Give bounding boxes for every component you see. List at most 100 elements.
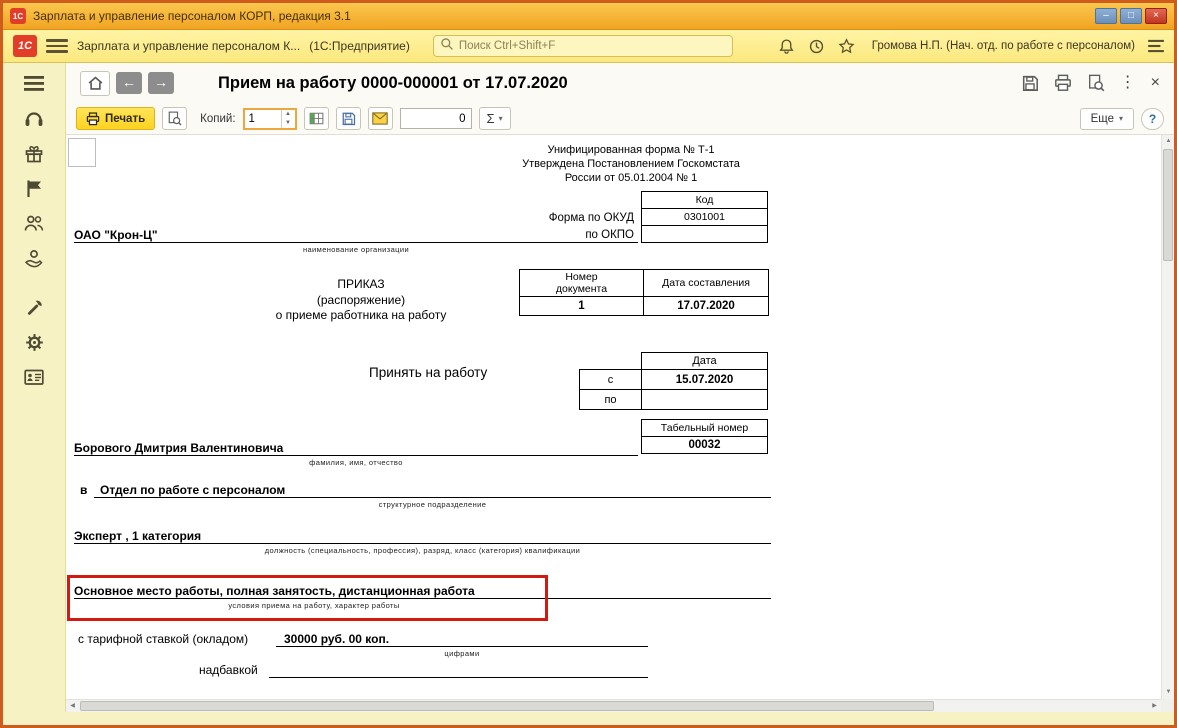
flag-icon [27,180,41,197]
platform-label: (1С:Предприятие) [309,39,410,53]
people-icon [24,215,44,231]
horizontal-scrollbar[interactable]: ◀ ▶ [66,699,1161,712]
main-panel: ← → Прием на работу 0000-000001 от 17.07… [65,63,1174,712]
sum-button[interactable]: Σ ▾ [478,107,511,130]
page-title: Прием на работу 0000-000001 от 17.07.202… [218,73,568,92]
sidebar-flag-button[interactable] [15,176,53,200]
department-caption: структурное подразделение [378,500,487,509]
global-search[interactable] [432,35,733,57]
app-logo-icon: 1С [10,8,26,24]
service-menu-icon[interactable] [1148,39,1164,53]
salary-label: с тарифной ставкой (окладом) [78,632,249,646]
home-button[interactable] [80,70,110,96]
doc-date-header: Дата составления [643,269,769,297]
from-date-value: 15.07.2020 [641,369,768,390]
document-preview-area: Унифицированная форма № Т-1 Утверждена П… [66,135,1174,712]
page-setup-button[interactable] [303,107,329,130]
gear-icon [25,333,43,351]
to-date-value [641,389,768,410]
app-window: 1С Зарплата и управление персоналом КОРП… [0,0,1177,728]
spinner-arrows: ▲ ▼ [280,109,295,128]
scroll-up-icon[interactable]: ▲ [1162,135,1174,148]
department-line: Отдел по работе с персоналом [94,479,771,498]
spin-down-icon[interactable]: ▼ [282,119,295,128]
employee-name-line: Борового Дмитрия Валентиновича [74,437,638,456]
window-title: Зарплата и управление персоналом КОРП, р… [33,9,351,23]
more-actions-icon[interactable]: ⋮ [1120,75,1136,91]
more-button[interactable]: Еще ▾ [1079,107,1134,130]
notifications-bell-icon[interactable] [778,38,795,55]
envelope-icon [372,112,388,125]
back-button[interactable]: ← [116,72,142,94]
sidebar-gift-button[interactable] [15,141,53,165]
close-window-button[interactable]: × [1145,8,1167,24]
window-controls: – □ × [1095,8,1167,24]
main-menu-button[interactable] [46,36,68,56]
copies-spinner[interactable]: ▲ ▼ [242,107,297,130]
search-input[interactable] [458,40,726,52]
home-icon [88,76,102,90]
print-icon[interactable] [1054,74,1072,92]
print-button[interactable]: Печать [76,107,156,130]
position-line: Эксперт , 1 категория [74,525,771,544]
bonus-line [269,661,648,678]
favorites-star-icon[interactable] [838,37,855,55]
search-icon [440,37,454,56]
hire-date-table: Дата с 15.07.2020 по [579,352,769,412]
headset-icon [25,112,43,126]
date-column-header: Дата [641,352,768,370]
save-file-button[interactable] [335,107,361,130]
copies-label: Копий: [200,112,236,125]
maximize-button[interactable]: □ [1120,8,1142,24]
scroll-left-icon[interactable]: ◀ [66,700,79,712]
id-card-icon [24,369,44,385]
sidebar-payments-button[interactable] [15,246,53,270]
minimize-button[interactable]: – [1095,8,1117,24]
save-icon[interactable] [1021,74,1039,92]
horizontal-scroll-thumb[interactable] [80,701,935,711]
copies-input[interactable] [244,109,281,128]
close-tab-icon[interactable]: × [1151,75,1160,91]
sidebar-wrench-button[interactable] [15,295,53,319]
menu-icon [24,75,44,91]
code-table: Код 0301001 [641,191,768,243]
history-clock-icon[interactable] [808,38,825,55]
help-button[interactable]: ? [1141,107,1164,130]
sidebar-badge-button[interactable] [15,365,53,389]
sidebar-menu-button[interactable] [15,71,53,95]
scroll-down-icon[interactable]: ▼ [1162,686,1174,699]
current-user[interactable]: Громова Н.П. (Нач. отд. по работе с перс… [872,40,1135,52]
highlight-annotation-box [67,575,548,621]
spin-up-icon[interactable]: ▲ [282,110,295,119]
chevron-down-icon: ▾ [498,114,503,123]
personnel-number-value: 00032 [641,436,768,454]
hire-label: Принять на работу [369,365,488,380]
doc-number-value: 1 [519,296,644,316]
preview-icon[interactable] [1087,74,1105,92]
preview-icon [168,111,182,126]
salary-caption: цифрами [444,649,480,658]
vertical-scroll-thumb[interactable] [1163,149,1173,261]
to-label: по [579,389,642,410]
personnel-number-table: Табельный номер 00032 [641,419,768,454]
window-titlebar[interactable]: 1С Зарплата и управление персоналом КОРП… [3,3,1174,30]
organization-line: ОАО "Крон-Ц" [74,223,638,243]
scroll-right-icon[interactable]: ▶ [1148,700,1161,712]
department-prefix: в [80,483,88,497]
navigation-toolbar: ← → Прием на работу 0000-000001 от 17.07… [66,63,1174,103]
send-email-button[interactable] [367,107,393,130]
diskette-icon [342,112,355,126]
scale-field[interactable] [399,108,472,129]
sidebar-people-button[interactable] [15,211,53,235]
scrollbar-corner [1161,699,1174,712]
employee-name-caption: фамилия, имя, отчество [309,458,403,467]
vertical-scrollbar[interactable]: ▲ ▼ [1161,135,1174,699]
sidebar-settings-button[interactable] [15,330,53,354]
forward-button[interactable]: → [148,72,174,94]
doc-number-header: Номер документа [519,269,644,297]
position-caption: должность (специальность, профессия), ра… [264,546,581,555]
sidebar-phone-button[interactable] [15,106,53,130]
okpo-value [641,225,768,243]
print-preview-button[interactable] [162,107,188,130]
window-actions: ⋮ × [1021,74,1160,92]
